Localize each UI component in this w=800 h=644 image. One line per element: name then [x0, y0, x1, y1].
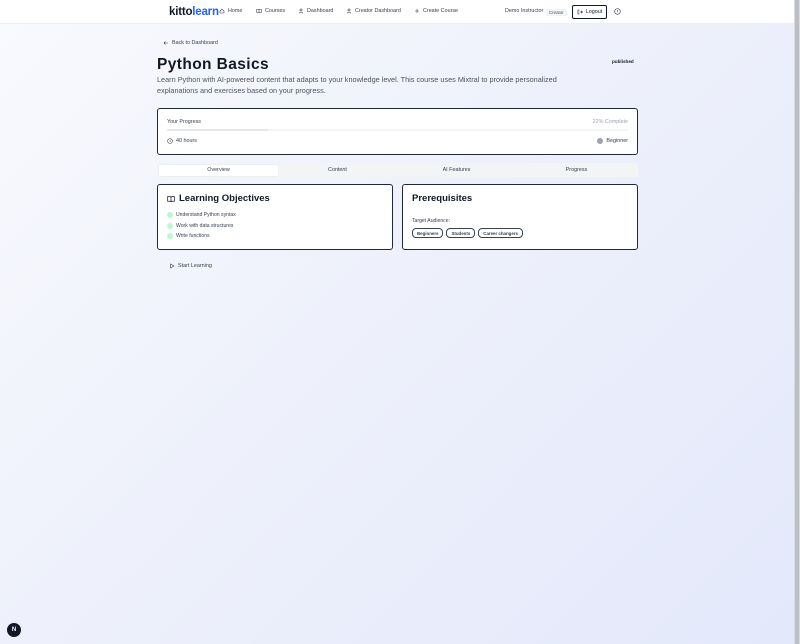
role-badge: Creator: [546, 8, 567, 16]
scrollbar-thumb[interactable]: [795, 0, 799, 644]
prerequisites-heading: Prerequisites: [412, 193, 473, 204]
alert-circle-icon[interactable]: [614, 8, 621, 15]
check-circle-icon: [167, 212, 173, 218]
objective-item: Write functions: [167, 233, 210, 239]
objective-text: Write functions: [176, 233, 210, 239]
start-learning-button[interactable]: Start Learning: [169, 263, 212, 269]
progress-bar: [167, 129, 628, 131]
fab-letter: N: [11, 627, 17, 633]
audience-chip: Students: [446, 228, 476, 238]
course-level: Beginner: [597, 138, 628, 144]
nav-dashboard[interactable]: Dashboard: [298, 8, 333, 14]
clock-icon: [167, 138, 173, 144]
logout-label: Logout: [585, 9, 603, 15]
progress-label: Your Progress: [167, 119, 201, 125]
audience-chips: Beginners Students Career changers: [412, 228, 523, 238]
course-duration: 40 hours: [167, 138, 197, 144]
play-icon: [170, 263, 175, 269]
plus-icon: [415, 9, 419, 13]
back-link-label: Back to Dashboard: [172, 40, 218, 46]
logout-button[interactable]: Logout: [572, 5, 607, 19]
nav-courses[interactable]: Courses: [256, 8, 285, 14]
nav-creator-dashboard[interactable]: Creator Dashboard: [346, 8, 401, 14]
nav-courses-label: Courses: [265, 8, 286, 14]
level-text: Beginner: [606, 138, 628, 144]
nav-home-label: Home: [228, 8, 243, 14]
level-icon: [597, 138, 604, 144]
tab-overview[interactable]: Overview: [159, 164, 278, 176]
nav-create-course[interactable]: Create Course: [414, 8, 458, 14]
objectives-heading-text: Learning Objectives: [179, 193, 270, 204]
duration-text: 40 hours: [176, 138, 197, 144]
logo-accent-text: learn: [192, 6, 219, 18]
progress-percent: 22% Complete: [592, 119, 628, 125]
progress-card: Your Progress 22% Complete 40 hours Begi…: [157, 108, 638, 155]
start-learning-label: Start Learning: [178, 263, 212, 269]
learning-objectives-card: Learning Objectives Understand Python sy…: [157, 184, 393, 250]
objective-text: Understand Python syntax: [176, 212, 236, 218]
book-open-icon: [167, 195, 175, 202]
objective-item: Understand Python syntax: [167, 212, 236, 218]
tab-progress[interactable]: Progress: [517, 165, 636, 176]
progress-bar-fill: [167, 129, 269, 131]
objective-text: Work with data structures: [176, 222, 234, 229]
check-circle-icon: [167, 222, 173, 229]
home-icon: [219, 8, 225, 14]
audience-chip: Beginners: [412, 228, 444, 238]
floating-action-button[interactable]: N: [7, 623, 21, 637]
user-icon: [346, 8, 352, 14]
top-navbar: kittolearn Home Courses Dashboard Creato…: [0, 0, 794, 24]
status-badge: published: [612, 59, 634, 64]
nav-home[interactable]: Home: [219, 8, 242, 14]
course-description: Learn Python with AI-powered content tha…: [157, 75, 557, 95]
nav-dashboard-label: Dashboard: [307, 8, 334, 14]
tab-ai-features[interactable]: AI Features: [397, 165, 516, 176]
nav-creator-dashboard-label: Creator Dashboard: [355, 8, 401, 14]
back-to-dashboard-link[interactable]: Back to Dashboard: [163, 40, 218, 46]
arrow-left-icon: [163, 41, 168, 45]
objective-item: Work with data structures: [167, 222, 234, 229]
prerequisites-card: Prerequisites Target Audience: Beginners…: [402, 184, 638, 250]
logo[interactable]: kittolearn: [169, 6, 219, 18]
logo-text: kitto: [169, 6, 193, 18]
objectives-heading: Learning Objectives: [167, 193, 270, 204]
book-icon: [256, 8, 262, 14]
user-icon: [298, 8, 304, 14]
nav-create-course-label: Create Course: [423, 8, 459, 14]
page-scrollbar[interactable]: [794, 0, 800, 644]
target-audience-label: Target Audience:: [412, 218, 450, 224]
course-tabs: Overview Content AI Features Progress: [157, 163, 638, 177]
audience-chip: Career changers: [478, 228, 523, 238]
logout-icon: [577, 9, 583, 15]
course-title: Python Basics: [157, 56, 270, 73]
check-circle-icon: [167, 233, 173, 239]
user-name: Demo Instructor: [505, 8, 544, 14]
tab-content[interactable]: Content: [278, 165, 397, 176]
